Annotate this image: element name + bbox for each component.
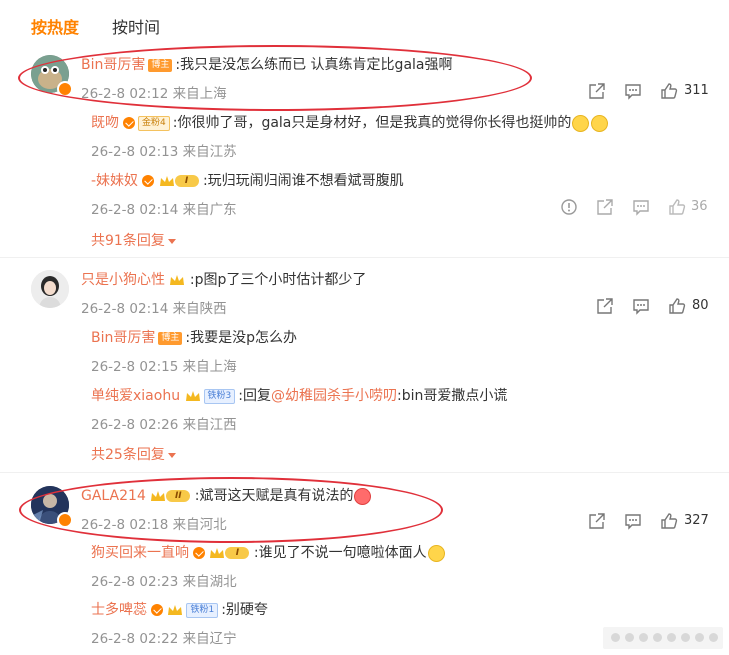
user-level-badge: I xyxy=(174,175,199,187)
reply-line: 士多啤蕊 铁粉1:别硬夸 xyxy=(91,600,268,620)
reply-line: 狗买回来一直响 I :谁见了不说一句噫啦体面人 xyxy=(91,543,446,563)
share-icon[interactable] xyxy=(588,512,606,530)
report-icon[interactable] xyxy=(560,198,578,216)
reply-text: :bin哥爱撒点小谎 xyxy=(396,388,508,404)
user-level-badge: I xyxy=(225,547,250,559)
reply-date: 26-2-8 02:22 xyxy=(91,631,179,647)
reply-date: 26-2-8 02:14 xyxy=(91,202,179,218)
emoji-icon xyxy=(572,114,590,132)
vip-icon xyxy=(151,604,163,616)
reply-meta: 26-2-8 02:23 来自湖北 xyxy=(91,570,237,590)
more-replies-label: 共25条回复 xyxy=(91,447,165,463)
reply-meta: 26-2-8 02:15 来自上海 xyxy=(91,355,237,375)
comment-location: 来自陕西 xyxy=(172,301,227,317)
more-replies-label: 共91条回复 xyxy=(91,233,165,249)
like-icon[interactable] xyxy=(660,512,678,530)
crown-icon xyxy=(210,548,225,558)
reply-line: Bin哥厉害 博主:我要是没p怎么办 xyxy=(91,328,297,348)
reply-date: 26-2-8 02:15 xyxy=(91,359,179,375)
reply-author[interactable]: 狗买回来一直响 xyxy=(91,545,189,561)
smile-emoji-icon xyxy=(427,544,445,562)
reply-author[interactable]: Bin哥厉害 xyxy=(91,330,155,346)
like-count: 36 xyxy=(691,199,708,214)
reply-text: :玩归玩闹归闹谁不想看斌哥腹肌 xyxy=(202,173,404,189)
like-icon[interactable] xyxy=(668,297,686,315)
reply-meta: 26-2-8 02:13 来自江苏 xyxy=(91,140,237,160)
caret-down-icon xyxy=(167,452,176,458)
more-replies-link[interactable]: 共25条回复 xyxy=(91,444,176,464)
caret-down-icon xyxy=(167,238,176,244)
reply-author[interactable]: 士多啤蕊 xyxy=(91,602,147,618)
reply-actions: 36 xyxy=(560,198,720,218)
crown-icon xyxy=(159,176,174,186)
reply-location: 来自辽宁 xyxy=(182,631,237,647)
vip-icon xyxy=(142,175,155,187)
reply-author[interactable]: 单纯爱xiaohu xyxy=(91,388,180,404)
like-count: 327 xyxy=(684,513,709,528)
reply-line: 既吻 金粉4:你很帅了哥，gala只是身材好，但是我真的觉得你长得也挺帅的 xyxy=(91,113,609,133)
like-count: 80 xyxy=(692,298,709,313)
reply-line: 单纯爱xiaohu 铁粉3:回复@幼稚园杀手小唠叨:bin哥爱撒点小谎 xyxy=(91,386,507,406)
reply-meta: 26-2-8 02:22 来自辽宁 xyxy=(91,627,237,647)
reply-text: :我要是没p怎么办 xyxy=(185,330,297,346)
comment-icon[interactable] xyxy=(624,512,642,530)
more-replies-link[interactable]: 共91条回复 xyxy=(91,230,176,250)
tab-sort-time[interactable]: 按时间 xyxy=(112,14,160,38)
comment-icon[interactable] xyxy=(624,82,642,100)
reply-text: :别硬夸 xyxy=(221,602,268,618)
fan-badge: 铁粉3 xyxy=(203,388,236,404)
reply-location: 来自江苏 xyxy=(182,144,237,160)
annotation-oval xyxy=(18,45,532,111)
reply-author[interactable]: -妹妹奴 xyxy=(91,173,138,189)
annotation-oval xyxy=(19,477,443,543)
like-icon[interactable] xyxy=(660,82,678,100)
vip-icon xyxy=(193,547,205,559)
comment-icon[interactable] xyxy=(632,297,650,315)
like-icon[interactable] xyxy=(668,198,686,216)
share-icon[interactable] xyxy=(596,297,614,315)
watermark xyxy=(603,627,723,649)
like-count: 311 xyxy=(684,83,709,98)
comment-meta: 26-2-8 02:14 来自陕西 xyxy=(81,297,227,317)
comment-line: 只是小狗心性 :p图p了三个小时估计都少了 xyxy=(81,270,366,290)
reply-text: :你很帅了哥，gala只是身材好，但是我真的觉得你长得也挺帅的 xyxy=(172,115,572,131)
reply-location: 来自湖北 xyxy=(182,574,237,590)
reply-text-prefix: :回复 xyxy=(238,388,271,404)
crown-icon xyxy=(168,605,183,615)
avatar[interactable] xyxy=(31,270,69,308)
fan-badge: 金粉4 xyxy=(138,115,170,131)
reply-author[interactable]: 既吻 xyxy=(91,115,119,131)
divider xyxy=(0,257,729,258)
mention-link[interactable]: @幼稚园杀手小唠叨 xyxy=(271,388,397,404)
crown-icon xyxy=(170,275,185,285)
reply-meta: 26-2-8 02:26 来自江西 xyxy=(91,413,237,433)
reply-line: -妹妹奴 I :玩归玩闹归闹谁不想看斌哥腹肌 xyxy=(91,171,404,191)
reply-date: 26-2-8 02:23 xyxy=(91,574,179,590)
share-icon[interactable] xyxy=(596,198,614,216)
reply-date: 26-2-8 02:26 xyxy=(91,417,179,433)
blogger-badge: 博主 xyxy=(158,331,183,345)
reply-location: 来自广东 xyxy=(182,202,237,218)
comment-actions: 311 xyxy=(588,82,718,102)
comment-text: :p图p了三个小时估计都少了 xyxy=(189,272,367,288)
comment-actions: 80 xyxy=(596,297,716,317)
reply-location: 来自上海 xyxy=(182,359,237,375)
crown-icon xyxy=(185,391,200,401)
comment-author[interactable]: 只是小狗心性 xyxy=(81,272,165,288)
divider xyxy=(0,472,729,473)
tab-sort-hot[interactable]: 按热度 xyxy=(31,14,79,38)
reply-meta: 26-2-8 02:14 来自广东 xyxy=(91,198,237,218)
avatar-image xyxy=(31,270,69,308)
reply-date: 26-2-8 02:13 xyxy=(91,144,179,160)
comment-icon[interactable] xyxy=(632,198,650,216)
reply-location: 来自江西 xyxy=(182,417,237,433)
reply-text: :谁见了不说一句噫啦体面人 xyxy=(253,545,427,561)
vip-icon xyxy=(123,117,135,129)
comment-actions: 327 xyxy=(588,512,718,532)
share-icon[interactable] xyxy=(588,82,606,100)
comment-date: 26-2-8 02:14 xyxy=(81,301,169,317)
fan-badge: 铁粉1 xyxy=(186,602,219,618)
emoji-icon xyxy=(591,114,609,132)
